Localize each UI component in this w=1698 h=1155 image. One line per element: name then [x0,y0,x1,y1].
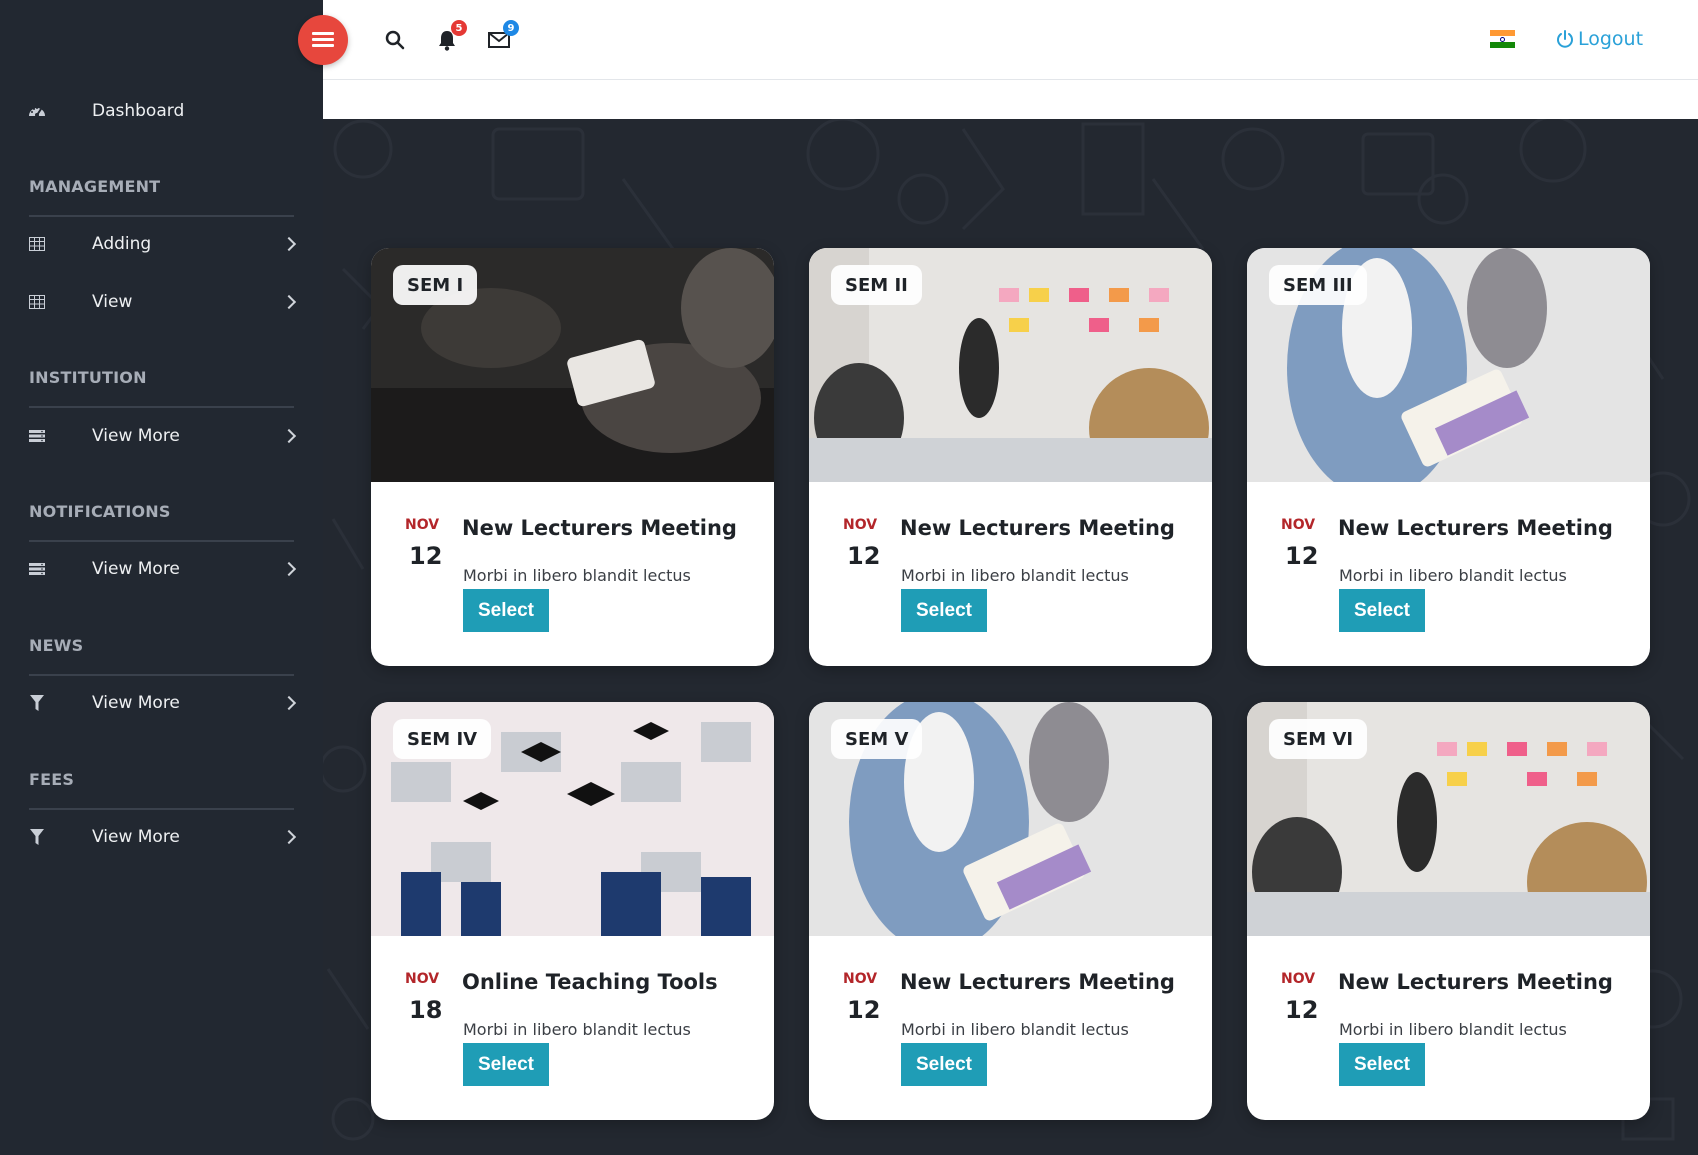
section-heading-institution: INSTITUTION [29,368,147,387]
semester-card: SEM V NOV 12 New Lecturers Meeting Morbi… [809,702,1212,1120]
card-day: 18 [409,996,443,1024]
section-divider [29,540,294,542]
section-divider [29,808,294,810]
card-month: NOV [405,971,440,987]
notifications-badge: 5 [451,20,467,36]
card-description: Morbi in libero blandit lectus [463,566,691,585]
sidebar-item-fees-view-more[interactable]: View More [0,817,323,857]
language-flag-icon[interactable] [1490,30,1515,48]
sidebar: Dashboard MANAGEMENT Adding View INSTITU… [0,0,323,1155]
logout-label: Logout [1578,28,1644,50]
notifications-button[interactable]: 5 [435,20,467,52]
section-heading-notifications: NOTIFICATIONS [29,502,171,521]
semester-badge: SEM II [831,265,922,305]
table-icon [28,293,46,311]
select-button[interactable]: Select [901,589,987,632]
select-button[interactable]: Select [901,1043,987,1086]
search-button[interactable] [383,28,407,52]
card-month: NOV [843,971,878,987]
card-day: 12 [1285,542,1319,570]
semester-card: SEM II NOV 12 New Lecturers Meeting Morb… [809,248,1212,666]
card-title: New Lecturers Meeting [1338,516,1613,540]
section-heading-news: NEWS [29,636,84,655]
section-divider [29,406,294,408]
semester-badge: SEM I [393,265,478,305]
select-button[interactable]: Select [463,1043,549,1086]
chevron-right-icon [281,428,297,444]
card-day: 12 [1285,996,1319,1024]
card-description: Morbi in libero blandit lectus [1339,566,1567,585]
menu-toggle-button[interactable] [298,15,348,65]
card-month: NOV [405,517,440,533]
semester-badge: SEM IV [393,719,492,759]
semester-card: SEM IV NOV 18 Online Teaching Tools Morb… [371,702,774,1120]
card-title: New Lecturers Meeting [1338,970,1613,994]
card-title: Online Teaching Tools [462,970,718,994]
sidebar-item-adding[interactable]: Adding [0,224,323,264]
card-title: New Lecturers Meeting [900,516,1175,540]
card-month: NOV [1281,971,1316,987]
server-icon [28,427,46,445]
sidebar-item-label: View More [92,827,180,847]
chevron-right-icon [281,236,297,252]
card-month: NOV [1281,517,1316,533]
table-icon [28,235,46,253]
section-divider [29,215,294,217]
card-title: New Lecturers Meeting [462,516,737,540]
sidebar-item-label: View More [92,426,180,446]
section-heading-fees: FEES [29,770,75,789]
logout-button[interactable]: Logout [1556,28,1643,50]
sidebar-item-dashboard[interactable]: Dashboard [0,91,323,131]
semester-card: SEM III NOV 12 New Lecturers Meeting Mor… [1247,248,1650,666]
filter-icon [28,694,46,712]
chevron-right-icon [281,829,297,845]
search-icon [385,30,405,50]
card-description: Morbi in libero blandit lectus [901,1020,1129,1039]
sidebar-item-news-view-more[interactable]: View More [0,683,323,723]
server-icon [28,560,46,578]
power-icon [1557,30,1573,48]
sidebar-item-label: View More [92,693,180,713]
card-month: NOV [843,517,878,533]
chevron-right-icon [281,695,297,711]
sidebar-item-institution-view-more[interactable]: View More [0,416,323,456]
card-description: Morbi in libero blandit lectus [901,566,1129,585]
sub-bar [323,80,1698,119]
select-button[interactable]: Select [1339,589,1425,632]
card-day: 12 [847,996,881,1024]
semester-badge: SEM VI [1269,719,1368,759]
semester-card: SEM I NOV 12 New Lecturers Meeting Morbi… [371,248,774,666]
card-description: Morbi in libero blandit lectus [463,1020,691,1039]
sidebar-item-notifications-view-more[interactable]: View More [0,549,323,589]
select-button[interactable]: Select [1339,1043,1425,1086]
menu-icon [312,32,334,48]
messages-badge: 9 [503,20,519,36]
sidebar-item-label: Dashboard [92,101,185,121]
chevron-right-icon [281,561,297,577]
filter-icon [28,828,46,846]
card-day: 12 [847,542,881,570]
semester-card: SEM VI NOV 12 New Lecturers Meeting Morb… [1247,702,1650,1120]
select-button[interactable]: Select [463,589,549,632]
sidebar-item-label: Adding [92,234,152,254]
sidebar-item-label: View [92,292,133,312]
messages-button[interactable]: 9 [487,20,519,52]
sidebar-item-view[interactable]: View [0,282,323,322]
section-heading-management: MANAGEMENT [29,177,161,196]
semester-badge: SEM III [1269,265,1367,305]
section-divider [29,674,294,676]
sidebar-item-label: View More [92,559,180,579]
card-title: New Lecturers Meeting [900,970,1175,994]
chevron-right-icon [281,294,297,310]
card-day: 12 [409,542,443,570]
semester-badge: SEM V [831,719,923,759]
dashboard-icon [28,102,46,120]
card-description: Morbi in libero blandit lectus [1339,1020,1567,1039]
